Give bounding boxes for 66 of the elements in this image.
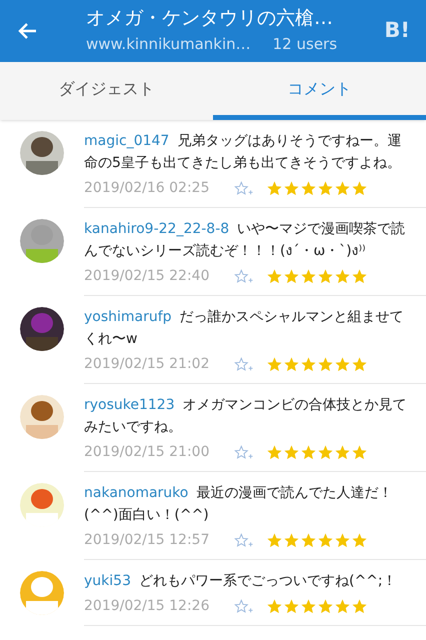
star-icon — [351, 180, 368, 197]
star-icon — [334, 444, 351, 461]
star-icon — [300, 180, 317, 197]
star-icon — [334, 532, 351, 549]
comment-date: 2019/02/15 12:57 — [84, 531, 210, 550]
star-icon — [334, 268, 351, 285]
star-icon — [266, 532, 283, 549]
page-title: オメガ・ケンタウリの六槍… — [86, 6, 334, 31]
add-star-icon[interactable] — [234, 598, 254, 614]
star-icon — [317, 444, 334, 461]
comment-text: ryosuke1123 オメガマンコンビの合体技とか見てみたいですね。 — [84, 396, 408, 437]
tab[interactable]: コメント — [213, 62, 426, 120]
username-link[interactable]: kanahiro9-22_22-8-8 — [84, 221, 230, 237]
star-icon — [283, 356, 300, 373]
star-icon — [317, 598, 334, 615]
comment-text: nakanomaruko 最近の漫画で読んでた人達だ！(^^)面白い！(^^) — [84, 484, 394, 525]
star-icon — [300, 444, 317, 461]
star-icon — [300, 532, 317, 549]
star-icon — [351, 444, 368, 461]
add-star-icon[interactable] — [234, 356, 254, 372]
tab[interactable]: ダイジェスト — [0, 62, 213, 120]
star-icon — [334, 598, 351, 615]
comment-date: 2019/02/16 02:25 — [84, 179, 210, 198]
username-link[interactable]: nakanomaruko — [84, 485, 188, 501]
star-icon — [283, 532, 300, 549]
star-icon — [317, 532, 334, 549]
star-icon — [266, 356, 283, 373]
comment-text: magic_0147 兄弟タッグはありそうですねー。運命の5皇子も出てきたし弟も出てきそうですよね。 — [84, 132, 402, 173]
add-star-icon[interactable] — [234, 180, 254, 196]
comment-text: kanahiro9-22_22-8-8 いや〜マジで漫画喫茶で読んでないシリーズ読むぞ！！！(ง´・ω・`)ง⁾⁾ — [84, 220, 406, 261]
star-icon — [283, 180, 300, 197]
star-icon — [351, 532, 368, 549]
add-star-icon[interactable] — [234, 444, 254, 460]
star-icon — [266, 444, 283, 461]
comment-date: 2019/02/15 12:26 — [84, 597, 210, 616]
comment-date: 2019/02/15 21:02 — [84, 355, 210, 374]
star-icon — [300, 268, 317, 285]
star-icon — [283, 598, 300, 615]
page-url: www.kinnikumankin… — [86, 34, 251, 55]
user-count: 12 users — [272, 34, 338, 55]
star-icon — [351, 356, 368, 373]
username-link[interactable]: yoshimarufp — [84, 309, 172, 325]
add-star-icon[interactable] — [234, 532, 254, 548]
star-icon — [317, 180, 334, 197]
star-icon — [334, 356, 351, 373]
star-icon — [266, 180, 283, 197]
star-icon — [300, 598, 317, 615]
comment-date: 2019/02/15 21:00 — [84, 443, 210, 462]
star-icon — [351, 268, 368, 285]
star-icon — [334, 180, 351, 197]
add-star-icon[interactable] — [234, 268, 254, 284]
comment-text: yoshimarufp だっ誰かスペシャルマンと組ませてくれ〜w — [84, 308, 405, 349]
star-icon — [266, 268, 283, 285]
star-icon — [317, 356, 334, 373]
username-link[interactable]: ryosuke1123 — [84, 397, 175, 413]
username-link[interactable]: yuki53 — [84, 573, 131, 589]
star-icon — [351, 598, 368, 615]
star-icon — [317, 268, 334, 285]
star-icon — [283, 268, 300, 285]
bookmark-button[interactable]: B! — [384, 15, 410, 47]
star-icon — [300, 356, 317, 373]
comment-text: yuki53 どれもパワー系でごっついですね(^^;！ — [84, 572, 398, 591]
star-icon — [266, 598, 283, 615]
comment-date: 2019/02/15 22:40 — [84, 267, 210, 286]
star-icon — [283, 444, 300, 461]
username-link[interactable]: magic_0147 — [84, 133, 170, 149]
